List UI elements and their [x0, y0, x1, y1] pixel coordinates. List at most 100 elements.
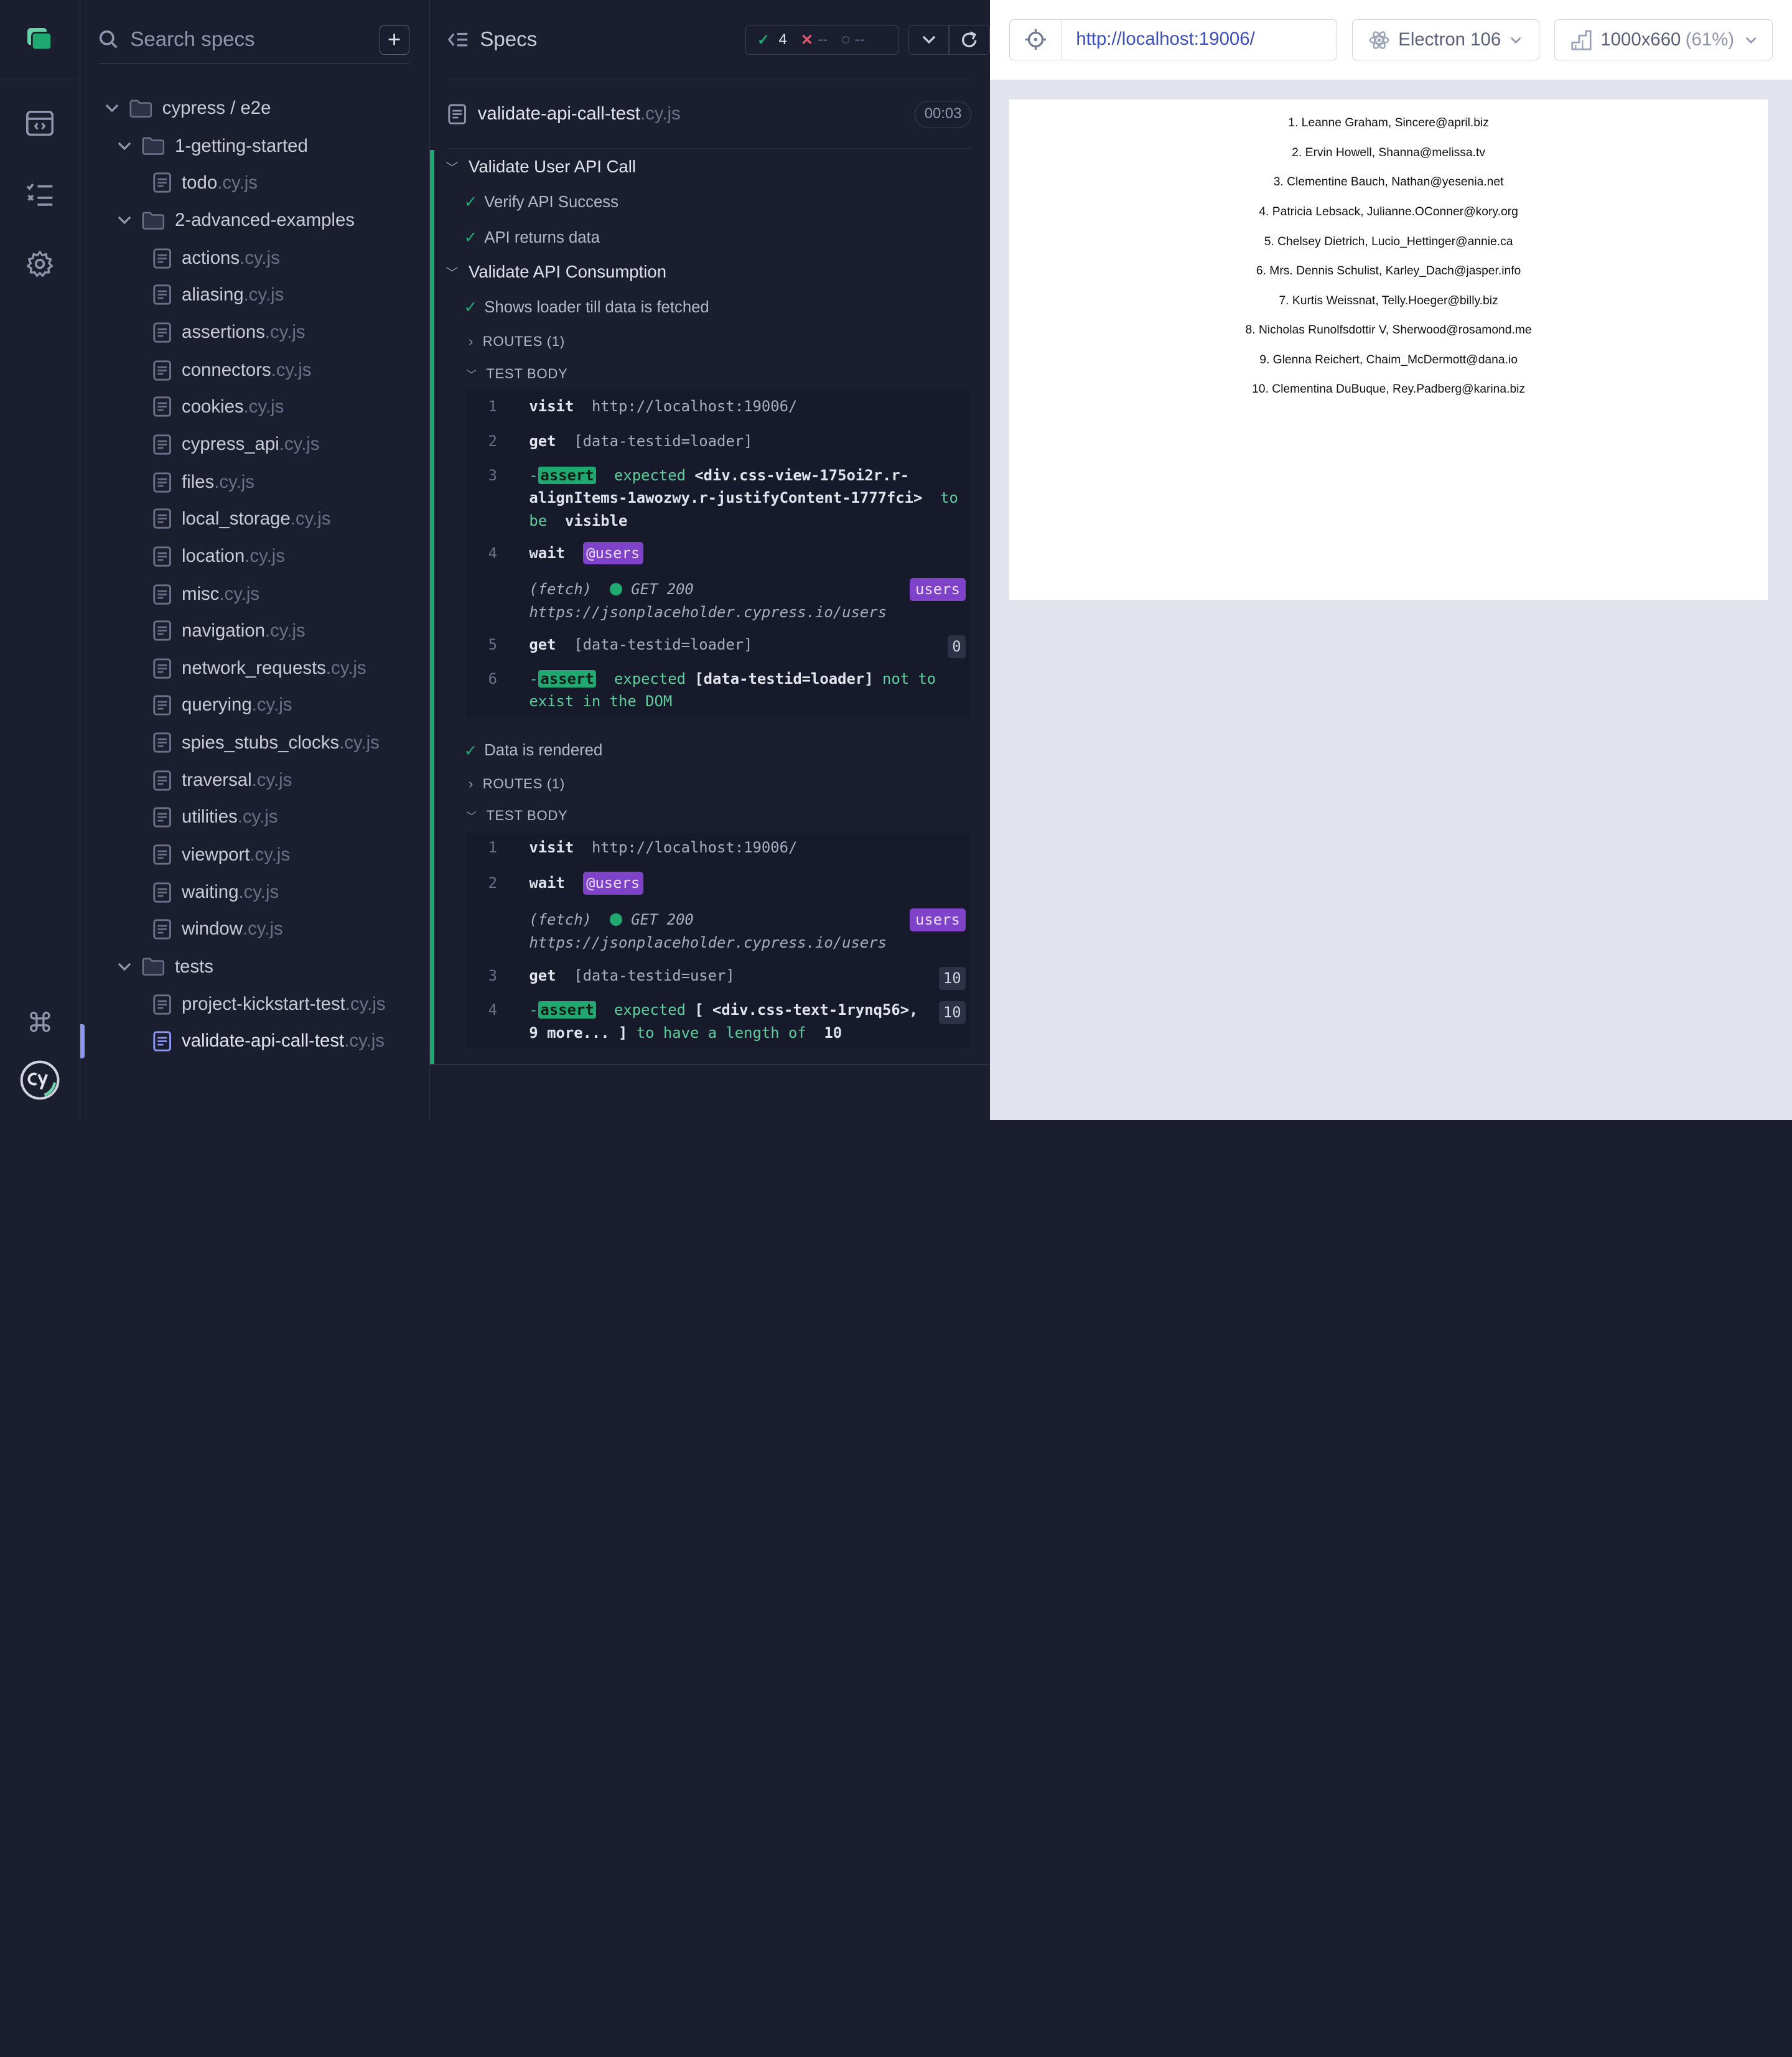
test-body-label: TEST BODY [486, 365, 568, 381]
test-shows-loader[interactable]: ✓ Shows loader till data is fetched [464, 296, 709, 319]
command-row[interactable]: 4 - assert expected [ <div.css-text-1rynq… [465, 999, 971, 1044]
spec-file-location[interactable]: location .cy.js [153, 539, 285, 574]
assert-subject: <div.css-view-175oi2r.r- [694, 466, 910, 484]
command-row[interactable]: 1 visit http://localhost:19006/ [465, 836, 971, 859]
spec-file-actions[interactable]: actions .cy.js [153, 241, 280, 276]
spec-file-name: cookies [182, 396, 244, 417]
suite-validate-api-consumption[interactable]: ﹀ Validate API Consumption [446, 261, 666, 284]
spec-file-spies_stubs_clocks[interactable]: spies_stubs_clocks .cy.js [153, 725, 380, 760]
nav-settings[interactable] [0, 239, 80, 289]
file-icon [153, 472, 172, 493]
selector-playground-button[interactable] [1010, 20, 1063, 59]
command-row[interactable]: 3 get [data-testid=user] 10 [465, 964, 971, 990]
spec-ext: .cy.js [640, 103, 681, 124]
ruler-icon [1571, 30, 1592, 50]
spec-file-ext: .cy.js [251, 770, 292, 791]
file-icon [153, 172, 172, 194]
command-row[interactable]: 2 get [data-testid=loader] [465, 430, 971, 453]
spec-file-ext: .cy.js [250, 844, 291, 865]
project-logo[interactable] [0, 0, 80, 80]
fetch-event-row[interactable]: (fetch) GET 200 https://jsonplaceholder.c… [465, 578, 971, 623]
suite-title: Validate User API Call [469, 157, 636, 177]
alias-tag: users [909, 908, 966, 931]
spec-file-connectors[interactable]: connectors .cy.js [153, 353, 311, 388]
expand-button[interactable] [908, 25, 950, 55]
spec-file-project-kickstart-test[interactable]: project-kickstart-test .cy.js [153, 987, 386, 1022]
routes-toggle[interactable]: › ROUTES (1) [469, 332, 565, 352]
file-icon [153, 1031, 172, 1052]
test-body-toggle[interactable]: ﹀ TEST BODY [466, 363, 567, 384]
search-input[interactable]: Search specs [130, 28, 379, 52]
folder-root[interactable]: cypress / e2e [105, 91, 271, 126]
spec-file-validate-api-call-test[interactable]: validate-api-call-test .cy.js [153, 1024, 385, 1058]
fetch-status: GET 200 [631, 581, 694, 599]
spec-file-name: actions [182, 248, 240, 269]
test-data-is-rendered[interactable]: ✓ Data is rendered [464, 739, 603, 762]
command-row[interactable]: 4 wait @users [465, 541, 971, 567]
aut-iframe[interactable]: 1. Leanne Graham, Sincere@april.biz 2. Er… [1009, 99, 1768, 600]
search-bar[interactable]: Search specs + [98, 16, 409, 64]
folder-advanced-examples[interactable]: 2-advanced-examples [118, 203, 355, 238]
spec-file-name: location [182, 546, 245, 567]
spec-file-todo[interactable]: todo .cy.js [153, 166, 258, 200]
spec-file-files[interactable]: files .cy.js [153, 465, 254, 500]
user-item: 3. Clementine Bauch, Nathan@yesenia.net [1273, 175, 1504, 189]
test-title: Shows loader till data is fetched [484, 298, 709, 316]
spec-file-window[interactable]: window .cy.js [153, 912, 283, 946]
spec-file-misc[interactable]: misc .cy.js [153, 577, 259, 612]
nav-shortcuts[interactable] [0, 997, 80, 1047]
test-api-returns-data[interactable]: ✓ API returns data [464, 226, 600, 250]
spec-file-name: utilities [182, 806, 238, 828]
spec-file-local_storage[interactable]: local_storage .cy.js [153, 501, 330, 536]
collapse-specs-icon[interactable] [447, 30, 469, 49]
element-count: 10 [938, 966, 966, 990]
nav-specs[interactable] [0, 98, 80, 149]
command-row[interactable]: 5 get [data-testid=loader] 0 [465, 633, 971, 658]
spec-file-ext: .cy.js [344, 1030, 385, 1052]
viewport-dropdown[interactable]: 1000x660 (61%) [1554, 19, 1773, 61]
folder-tests[interactable]: tests [118, 949, 213, 984]
command-row[interactable]: 3 - assert expected <div.css-view-175oi2r… [465, 464, 971, 533]
duration-badge: 00:03 [915, 100, 972, 128]
spec-file-waiting[interactable]: waiting .cy.js [153, 875, 279, 910]
fetch-url: https://jsonplaceholder.cypress.io/users [529, 933, 887, 951]
spec-file-querying[interactable]: querying .cy.js [153, 688, 292, 722]
spec-file-utilities[interactable]: utilities .cy.js [153, 800, 278, 834]
test-verify-api-success[interactable]: ✓ Verify API Success [464, 191, 618, 214]
spec-file-navigation[interactable]: navigation .cy.js [153, 613, 306, 648]
fetch-event-row[interactable]: (fetch) GET 200 https://jsonplaceholder.c… [465, 908, 971, 954]
suite-validate-user-api-call[interactable]: ﹀ Validate User API Call [446, 156, 636, 179]
file-icon [448, 103, 466, 124]
fetch-label: (fetch) [529, 911, 592, 929]
command-row[interactable]: 6 - assert expected [data-testid=loader] … [465, 668, 971, 713]
folder-getting-started[interactable]: 1-getting-started [118, 129, 308, 164]
spec-file-assertions[interactable]: assertions .cy.js [153, 315, 306, 350]
spec-file-cypress_api[interactable]: cypress_api .cy.js [153, 427, 319, 462]
url-bar[interactable]: http://localhost:19006/ [1009, 19, 1337, 61]
rerun-button[interactable] [948, 25, 990, 55]
add-spec-button[interactable]: + [379, 24, 409, 55]
spec-file-traversal[interactable]: traversal .cy.js [153, 763, 292, 798]
nav-runs[interactable] [0, 169, 80, 220]
test-title: Data is rendered [484, 742, 603, 760]
routes-toggle[interactable]: › ROUTES (1) [469, 773, 565, 794]
spec-file-cookies[interactable]: cookies .cy.js [153, 389, 284, 424]
spec-file-viewport[interactable]: viewport .cy.js [153, 837, 290, 872]
spec-title-bar: validate-api-call-test .cy.js 00:03 [447, 80, 972, 149]
command-message: http://localhost:19006/ [591, 398, 798, 416]
cypress-logo[interactable] [0, 1055, 80, 1105]
spec-file-network_requests[interactable]: network_requests .cy.js [153, 651, 366, 686]
browser-dropdown[interactable]: Electron 106 [1351, 19, 1540, 61]
aut-url[interactable]: http://localhost:19006/ [1076, 20, 1254, 58]
spec-file-aliasing[interactable]: aliasing .cy.js [153, 278, 284, 312]
file-icon [153, 658, 172, 679]
command-row[interactable]: 1 visit http://localhost:19006/ [465, 395, 971, 418]
spec-file-name: local_storage [182, 508, 291, 529]
check-icon: ✓ [464, 299, 478, 317]
fetch-url: https://jsonplaceholder.cypress.io/users [529, 604, 887, 622]
assert-subject: [data-testid=loader] [694, 669, 874, 688]
command-number: 3 [488, 466, 497, 484]
assert-dash: - [529, 669, 538, 688]
command-row[interactable]: 2 wait @users [465, 872, 971, 897]
test-body-toggle[interactable]: ﹀ TEST BODY [466, 806, 567, 826]
